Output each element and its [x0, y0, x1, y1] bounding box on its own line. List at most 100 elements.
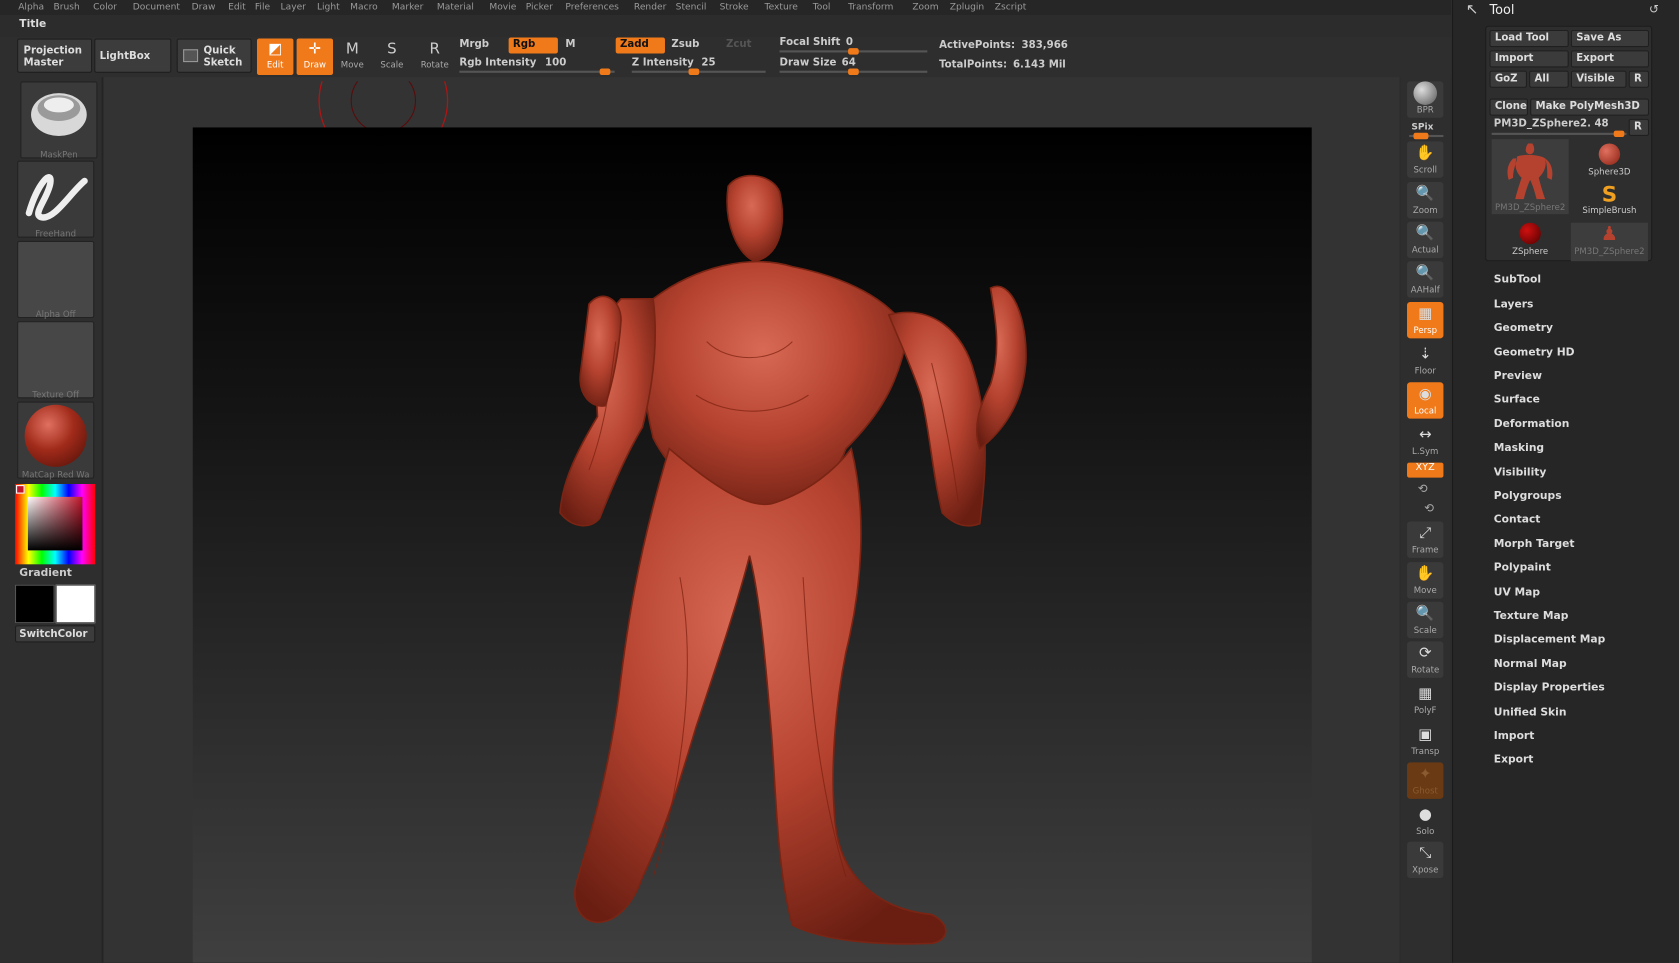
- quick-sketch-button[interactable]: Quick Sketch: [176, 38, 252, 73]
- clone-button[interactable]: Clone: [1489, 98, 1529, 116]
- color-picker[interactable]: [14, 484, 96, 565]
- menu-color[interactable]: Color: [93, 2, 117, 13]
- tool-menu-unified-skin[interactable]: Unified Skin: [1494, 707, 1567, 719]
- scroll-button[interactable]: ✋ Scroll: [1407, 141, 1444, 178]
- projection-master-button[interactable]: Projection Master: [17, 38, 93, 73]
- tool-thumb-sphere3d[interactable]: Sphere3D: [1571, 139, 1648, 178]
- persp-button[interactable]: ▦ Persp: [1407, 301, 1444, 339]
- tool-menu-layers[interactable]: Layers: [1494, 299, 1534, 311]
- tool-menu-displacement-map[interactable]: Displacement Map: [1494, 634, 1606, 646]
- menu-material[interactable]: Material: [437, 2, 474, 13]
- xyz-button[interactable]: XYZ: [1407, 462, 1444, 478]
- frame-button[interactable]: ⤢ Frame: [1407, 521, 1444, 558]
- bpr-button[interactable]: BPR: [1407, 81, 1444, 118]
- xpose-button[interactable]: ⤡ Xpose: [1407, 841, 1444, 879]
- tool-menu-import[interactable]: Import: [1494, 730, 1535, 742]
- draw-button[interactable]: ✛ Draw: [296, 38, 334, 75]
- menu-transform[interactable]: Transform: [848, 2, 893, 13]
- tool-menu-polypaint[interactable]: Polypaint: [1494, 562, 1551, 574]
- tool-menu-preview[interactable]: Preview: [1494, 370, 1542, 382]
- local-button[interactable]: ◉ Local: [1407, 382, 1444, 419]
- z-intensity-slider[interactable]: [631, 68, 766, 75]
- ghost-button[interactable]: ✦ Ghost: [1407, 762, 1444, 799]
- rgb-toggle[interactable]: Rgb: [508, 37, 558, 54]
- alpha-thumbnail[interactable]: Alpha Off: [17, 240, 95, 319]
- switch-color-button[interactable]: SwitchColor: [14, 625, 96, 643]
- lightbox-button[interactable]: LightBox: [94, 38, 172, 73]
- menu-zplugin[interactable]: Zplugin: [950, 2, 984, 13]
- gradient-label[interactable]: Gradient: [19, 568, 72, 580]
- solo-button[interactable]: ● Solo: [1407, 803, 1443, 839]
- tool-menu-polygroups[interactable]: Polygroups: [1494, 490, 1562, 502]
- color-square[interactable]: [27, 496, 83, 551]
- menu-brush[interactable]: Brush: [54, 2, 80, 13]
- menu-alpha[interactable]: Alpha: [18, 2, 44, 13]
- export-button[interactable]: Export: [1570, 50, 1650, 68]
- z-axis-rotate-icon[interactable]: ⟲: [1424, 501, 1434, 515]
- rgb-intensity-slider[interactable]: [459, 68, 615, 75]
- load-tool-button[interactable]: Load Tool: [1489, 29, 1569, 48]
- menu-tool[interactable]: Tool: [813, 2, 831, 13]
- brush-thumbnail[interactable]: MaskPen: [20, 81, 98, 160]
- menu-macro[interactable]: Macro: [350, 2, 378, 13]
- menu-edit[interactable]: Edit: [228, 2, 246, 13]
- transp-button[interactable]: ▣ Transp: [1407, 723, 1443, 759]
- tool-menu-export[interactable]: Export: [1494, 754, 1534, 766]
- draw-size-slider[interactable]: [779, 68, 928, 75]
- mrgb-toggle[interactable]: Mrgb: [459, 39, 489, 51]
- menu-movie[interactable]: Movie: [489, 2, 516, 13]
- tool-menu-uv-map[interactable]: UV Map: [1494, 587, 1540, 599]
- tool-menu-geometry[interactable]: Geometry: [1494, 322, 1553, 334]
- menu-layer[interactable]: Layer: [281, 2, 306, 13]
- aahalf-button[interactable]: 🔍 AAHalf: [1407, 261, 1444, 298]
- stroke-thumbnail[interactable]: FreeHand: [17, 160, 95, 239]
- menu-stroke[interactable]: Stroke: [720, 2, 749, 13]
- focal-shift-slider[interactable]: [779, 48, 928, 55]
- tool-menu-masking[interactable]: Masking: [1494, 442, 1544, 454]
- zcut-toggle[interactable]: Zcut: [726, 39, 752, 51]
- y-axis-rotate-icon[interactable]: ⟲: [1418, 482, 1428, 496]
- tool-thumb-simplebrush[interactable]: S SimpleBrush: [1571, 182, 1648, 221]
- zoom-button[interactable]: 🔍 Zoom: [1407, 182, 1444, 219]
- primary-color-swatch[interactable]: [14, 584, 55, 624]
- tool-menu-contact[interactable]: Contact: [1494, 514, 1541, 526]
- tool-menu-deformation[interactable]: Deformation: [1494, 419, 1570, 431]
- menu-marker[interactable]: Marker: [392, 2, 423, 13]
- actual-button[interactable]: 🔍 Actual: [1407, 221, 1444, 259]
- tool-menu-geometry-hd[interactable]: Geometry HD: [1494, 347, 1575, 359]
- tool-menu-subtool[interactable]: SubTool: [1494, 274, 1541, 286]
- tool-thumb-pm3d-zsphere2-active[interactable]: PM3D_ZSphere2: [1491, 139, 1569, 215]
- menu-draw[interactable]: Draw: [192, 2, 216, 13]
- scale-view-button[interactable]: 🔍 Scale: [1407, 601, 1444, 639]
- move-button[interactable]: M Move: [334, 39, 370, 75]
- menu-texture[interactable]: Texture: [765, 2, 798, 13]
- rotate-view-button[interactable]: ⟳ Rotate: [1407, 641, 1444, 678]
- polyf-button[interactable]: ▦ PolyF: [1407, 682, 1443, 718]
- save-as-button[interactable]: Save As: [1570, 29, 1650, 48]
- menu-zoom[interactable]: Zoom: [912, 2, 938, 13]
- tool-menu-morph-target[interactable]: Morph Target: [1494, 539, 1575, 551]
- secondary-color-swatch[interactable]: [55, 584, 96, 624]
- import-button[interactable]: Import: [1489, 50, 1569, 68]
- menu-light[interactable]: Light: [317, 2, 340, 13]
- tool-menu-visibility[interactable]: Visibility: [1494, 467, 1547, 479]
- 3d-viewport[interactable]: [192, 127, 1312, 963]
- scale-button[interactable]: S Scale: [374, 39, 410, 75]
- goz-r-button[interactable]: R: [1628, 70, 1650, 88]
- menu-picker[interactable]: Picker: [526, 2, 553, 13]
- m-toggle[interactable]: M: [565, 39, 575, 51]
- spix-slider[interactable]: [1409, 132, 1444, 140]
- tool-thumb-pm3d-zsphere2[interactable]: ♟ PM3D_ZSphere2: [1570, 222, 1648, 262]
- zsub-toggle[interactable]: Zsub: [671, 39, 699, 51]
- rotate-button[interactable]: R Rotate: [417, 39, 453, 75]
- menu-zscript[interactable]: Zscript: [995, 2, 1027, 13]
- tool-menu-display-properties[interactable]: Display Properties: [1494, 682, 1605, 694]
- material-thumbnail[interactable]: MatCap Red Wa: [17, 401, 95, 480]
- menu-file[interactable]: File: [255, 2, 270, 13]
- visible-button[interactable]: Visible: [1570, 70, 1627, 88]
- all-button[interactable]: All: [1529, 70, 1569, 88]
- tool-menu-normal-map[interactable]: Normal Map: [1494, 659, 1567, 671]
- tool-slider[interactable]: [1491, 130, 1627, 138]
- goz-button[interactable]: GoZ: [1489, 70, 1527, 88]
- tool-menu-texture-map[interactable]: Texture Map: [1494, 610, 1569, 622]
